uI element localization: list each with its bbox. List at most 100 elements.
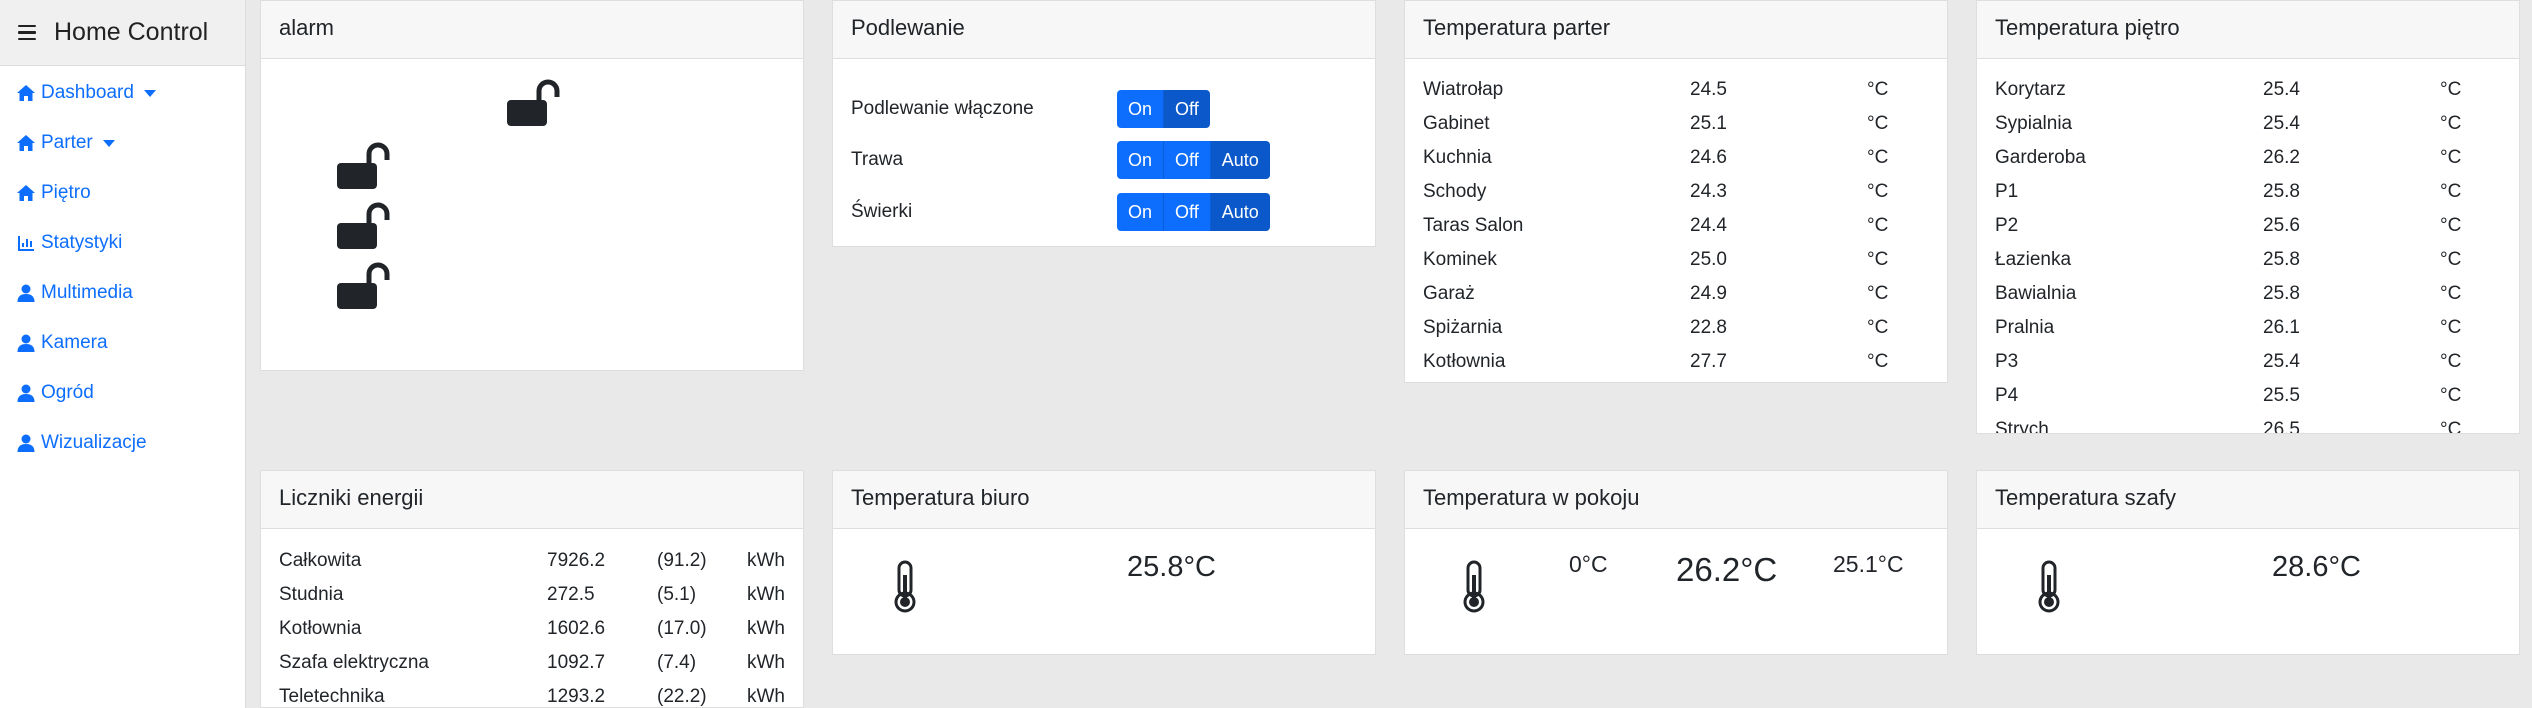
temp-floor-card: Temperatura piętro Korytarz 25.4 °C Sypial…: [1976, 0, 2520, 434]
table-row: Taras Salon 24.4 °C: [1423, 209, 1947, 243]
watering-label: Podlewanie włączone: [851, 98, 1034, 119]
sidebar-item-statystyki[interactable]: Statystyki: [16, 232, 122, 254]
table-row: Szafa elektryczna 1092.7 (7.4) kWh: [279, 646, 803, 680]
temp-value: 25.4: [2263, 79, 2300, 100]
card-title: Temperatura piętro: [1977, 1, 2519, 59]
unlock-icon[interactable]: [334, 138, 390, 194]
on-button[interactable]: On: [1117, 141, 1165, 179]
temp-unit: °C: [2440, 113, 2462, 134]
temp-value: 25.5: [2263, 385, 2300, 406]
temp-value: 25.0: [1690, 249, 1727, 270]
watering-row: Trawa On Off Auto: [851, 141, 1371, 179]
temp-unit: °C: [2440, 283, 2462, 304]
chevron-down-icon: [102, 139, 115, 147]
menu-icon[interactable]: [18, 21, 36, 45]
unlock-icon[interactable]: [334, 258, 390, 314]
card-title: Temperatura parter: [1405, 1, 1947, 59]
energy-card: Liczniki energii Całkowita 7926.2 (91.2) kW…: [260, 470, 804, 708]
sidebar-item-parter[interactable]: Parter: [16, 132, 115, 154]
temperature-value: 26.2°C: [1676, 551, 1778, 588]
temp-cabinet-card: Temperatura szafy 28.6°C: [1976, 470, 2520, 655]
sidebar-item-pietro[interactable]: Piętro: [16, 182, 91, 204]
app-title: Home Control: [54, 18, 209, 46]
room-name: P2: [1995, 215, 2019, 236]
room-name: Bawialnia: [1995, 283, 2077, 304]
meter-delta: (5.1): [657, 584, 697, 605]
temp-value: 25.8: [2263, 249, 2300, 270]
temp-value: 25.8: [2263, 181, 2300, 202]
temp-unit: °C: [2440, 317, 2462, 338]
thermometer-icon: [1463, 560, 1485, 613]
room-name: Spiżarnia: [1423, 317, 1503, 338]
unlock-icon[interactable]: [334, 198, 390, 254]
user-icon: [17, 284, 35, 302]
table-row: Schody 24.3 °C: [1423, 175, 1947, 209]
sidebar-item-kamera[interactable]: Kamera: [16, 332, 108, 354]
temp-value: 24.6: [1690, 147, 1727, 168]
meter-unit: kWh: [747, 686, 785, 707]
off-button[interactable]: Off: [1164, 193, 1211, 231]
temp-value: 25.4: [2263, 113, 2300, 134]
unlock-icon[interactable]: [504, 75, 560, 131]
meter-name: Teletechnika: [279, 686, 385, 707]
temp-unit: °C: [1867, 317, 1889, 338]
temp-unit: °C: [1867, 215, 1889, 236]
temp-unit: °C: [2440, 181, 2462, 202]
sidebar-item-label: Statystyki: [41, 232, 123, 253]
meter-delta: (22.2): [657, 686, 707, 707]
secondary-temperature: 25.1°C: [1833, 551, 1904, 577]
temp-unit: °C: [1867, 113, 1889, 134]
temp-unit: °C: [2440, 215, 2462, 236]
meter-name: Całkowita: [279, 550, 362, 571]
table-row: P3 25.4 °C: [1995, 345, 2519, 379]
home-icon: [17, 135, 35, 151]
sidebar-item-wizualizacje[interactable]: Wizualizacje: [16, 432, 147, 454]
chevron-down-icon: [143, 89, 156, 97]
table-row: P1 25.8 °C: [1995, 175, 2519, 209]
user-icon: [17, 434, 35, 452]
room-name: Kotłownia: [1423, 351, 1506, 372]
meter-unit: kWh: [747, 618, 785, 639]
temperature-value: 28.6°C: [2272, 551, 2361, 583]
on-button[interactable]: On: [1117, 90, 1165, 128]
table-row: Teletechnika 1293.2 (22.2) kWh: [279, 680, 803, 707]
room-name: P3: [1995, 351, 2019, 372]
sidebar-item-label: Dashboard: [41, 82, 134, 103]
auto-button[interactable]: Auto: [1210, 141, 1270, 179]
temp-value: 24.9: [1690, 283, 1727, 304]
room-name: Korytarz: [1995, 79, 2066, 100]
sidebar-item-multimedia[interactable]: Multimedia: [16, 282, 133, 304]
temp-unit: °C: [2440, 249, 2462, 270]
brand[interactable]: Home Control: [0, 0, 245, 66]
on-button[interactable]: On: [1117, 193, 1165, 231]
temp-office-card: Temperatura biuro 25.8°C: [832, 470, 1376, 655]
off-button[interactable]: Off: [1164, 141, 1211, 179]
meter-name: Studnia: [279, 584, 344, 605]
meter-unit: kWh: [747, 550, 785, 571]
sidebar-item-label: Multimedia: [41, 282, 133, 303]
off-button[interactable]: Off: [1164, 90, 1210, 128]
temp-value: 25.6: [2263, 215, 2300, 236]
auto-button[interactable]: Auto: [1210, 193, 1270, 231]
table-row: Korytarz 25.4 °C: [1995, 73, 2519, 107]
table-row: P2 25.6 °C: [1995, 209, 2519, 243]
table-row: Garderoba 26.2 °C: [1995, 141, 2519, 175]
table-row: Wiatrołap 24.5 °C: [1423, 73, 1947, 107]
temperature-value: 25.8°C: [1127, 551, 1216, 583]
user-icon: [17, 384, 35, 402]
room-name: Schody: [1423, 181, 1487, 202]
watering-label: Świerki: [851, 201, 913, 222]
card-title: Temperatura biuro: [833, 471, 1375, 529]
table-row: Łazienka 25.8 °C: [1995, 243, 2519, 277]
watering-label: Trawa: [851, 149, 904, 170]
sidebar-item-dashboard[interactable]: Dashboard: [16, 82, 156, 104]
room-name: Łazienka: [1995, 249, 2072, 270]
card-title: Temperatura w pokoju: [1405, 471, 1947, 529]
thermometer-icon: [2038, 560, 2060, 613]
sidebar-item-ogrod[interactable]: Ogród: [16, 382, 94, 404]
table-row: Kominek 25.0 °C: [1423, 243, 1947, 277]
table-row: Gabinet 25.1 °C: [1423, 107, 1947, 141]
watering-row: Podlewanie włączone On Off: [851, 90, 1371, 128]
room-name: Taras Salon: [1423, 215, 1524, 236]
temp-value: 24.5: [1690, 79, 1727, 100]
